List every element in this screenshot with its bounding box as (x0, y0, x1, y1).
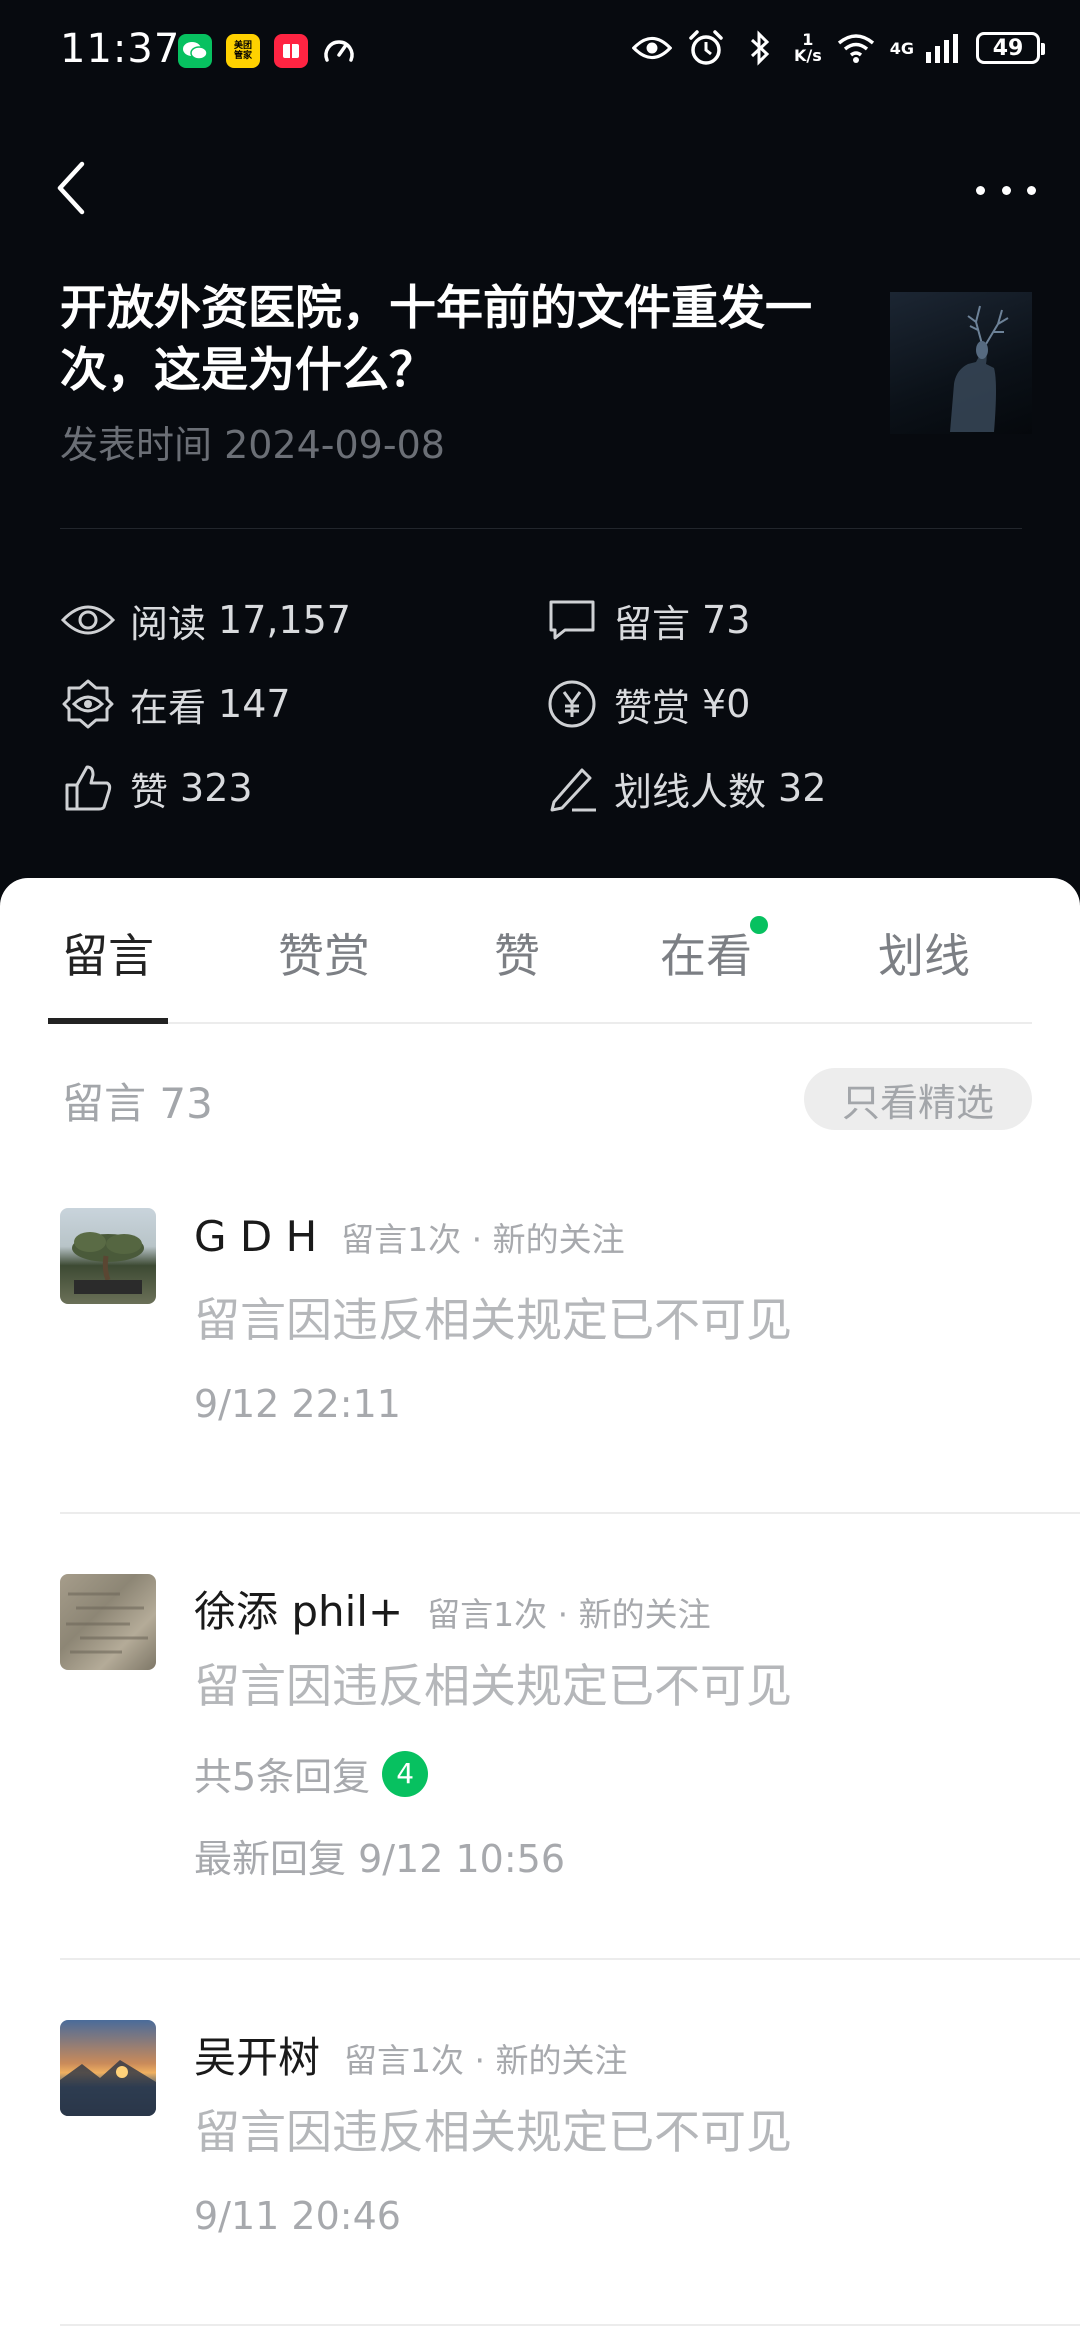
stat-underline-label: 划线人数 (614, 769, 767, 814)
more-dot-icon (1027, 185, 1036, 195)
pen-underline-icon (544, 760, 600, 816)
network-type: 4G (889, 38, 914, 58)
system-icons: 1 K/s 4G 49 (631, 28, 1045, 68)
stat-read-label: 阅读 (130, 601, 207, 646)
more-options-button[interactable] (976, 170, 1036, 210)
deer-image (950, 305, 1009, 432)
tab-comments[interactable]: 留言 (62, 920, 154, 986)
new-replies-badge: 4 (382, 1750, 429, 1797)
comment-text: 留言因违反相关规定已不可见 (194, 2105, 792, 2159)
battery-indicator: 49 (976, 32, 1045, 64)
wifi-icon (836, 28, 876, 68)
stat-watching: 在看 147 (60, 676, 291, 732)
replies-link[interactable]: 共5条回复 4 (194, 1746, 429, 1801)
tab-active-indicator (48, 1018, 168, 1024)
comment-text: 留言因违反相关规定已不可见 (194, 1293, 792, 1347)
bonsai-avatar-image (72, 1232, 144, 1294)
stat-like: 赞 323 (60, 760, 253, 816)
article-cover-thumbnail[interactable] (890, 292, 1032, 434)
sunset-avatar-image (60, 2060, 156, 2116)
tab-bar: 留言 赞赏 赞 在看 划线 (48, 878, 1032, 1024)
meituan-icon: 美团 管家 (226, 34, 260, 68)
signal-icon (922, 28, 962, 68)
avatar[interactable] (60, 2020, 156, 2116)
wechat-icon (178, 34, 212, 68)
stat-reward-label: 赞赏 (614, 685, 691, 730)
eye-comfort-icon (631, 28, 672, 68)
comment-text: 留言因违反相关规定已不可见 (194, 1659, 792, 1713)
tab-rewards[interactable]: 赞赏 (278, 920, 370, 986)
commenter-name[interactable]: 吴开树 (194, 2024, 320, 2085)
tab-likes[interactable]: 赞 (494, 920, 540, 986)
tab-underlines[interactable]: 划线 (878, 920, 970, 986)
stat-comment-value: 73 (702, 598, 751, 642)
stat-comment: 留言 73 (544, 592, 750, 648)
avatar[interactable] (60, 1208, 156, 1304)
stat-watching-value: 147 (218, 682, 291, 726)
red-book-icon (274, 34, 308, 68)
comment-item[interactable]: 徐添 phil+ 留言1次 · 新的关注 留言因违反相关规定已不可见 共5条回复… (60, 1574, 1080, 1894)
avatar[interactable] (60, 1574, 156, 1670)
commenter-meta: 留言1次 · 新的关注 (341, 1220, 625, 1259)
header-divider (60, 528, 1022, 529)
stone-texture-avatar-image (66, 1592, 148, 1654)
stat-underline-value: 32 (778, 766, 827, 810)
alarm-icon (686, 28, 726, 68)
stat-read: 阅读 17,157 (60, 592, 351, 648)
comment-time: 9/12 22:11 (194, 1382, 401, 1426)
commenter-name[interactable]: G D H (194, 1212, 317, 1261)
comment-divider (60, 2324, 1080, 2326)
comment-divider (60, 1958, 1080, 1960)
featured-only-button[interactable]: 只看精选 (804, 1068, 1032, 1130)
commenter-name[interactable]: 徐添 phil+ (194, 1578, 403, 1639)
comment-time: 9/11 20:46 (194, 2194, 401, 2238)
thumbs-up-icon (60, 760, 116, 816)
yen-coin-icon (544, 676, 600, 732)
eye-icon (60, 592, 116, 648)
stat-read-value: 17,157 (218, 598, 351, 642)
notification-icons: 美团 管家 (178, 34, 356, 68)
more-dot-icon (976, 185, 985, 195)
stat-underline: 划线人数 32 (544, 760, 826, 816)
tab-watching[interactable]: 在看 (660, 920, 752, 986)
stat-comment-label: 留言 (614, 601, 691, 646)
status-time: 11:37 (60, 26, 181, 72)
more-dot-icon (1001, 185, 1011, 195)
commenter-meta: 留言1次 · 新的关注 (344, 2041, 628, 2080)
new-dot-badge (750, 916, 768, 934)
chevron-left-icon (57, 161, 85, 215)
bluetooth-icon (740, 28, 780, 68)
comment-divider (60, 1512, 1080, 1514)
stat-like-value: 323 (180, 766, 253, 810)
interaction-panel: 留言 赞赏 赞 在看 划线 留言 73 只看精选 G D H 留言1次 · 新的… (0, 878, 1080, 2340)
comment-count: 留言 73 (62, 1079, 213, 1128)
comment-item[interactable]: G D H 留言1次 · 新的关注 留言因违反相关规定已不可见 9/12 22:… (60, 1208, 1080, 1428)
commenter-meta: 留言1次 · 新的关注 (427, 1595, 711, 1634)
latest-reply-time: 最新回复 9/12 10:56 (194, 1837, 566, 1881)
stat-reward-value: ¥0 (702, 682, 751, 726)
comment-bubble-icon (544, 592, 600, 648)
replies-count: 共5条回复 (194, 1755, 371, 1799)
publish-date: 发表时间 2024-09-08 (60, 423, 445, 467)
stat-watching-label: 在看 (130, 685, 207, 730)
speedometer-icon (322, 34, 356, 68)
watching-icon (60, 676, 116, 732)
stat-reward: 赞赏 ¥0 (544, 676, 750, 732)
stat-like-label: 赞 (130, 769, 169, 814)
article-title: 开放外资医院，十年前的文件重发一次，这是为什么？ (60, 281, 812, 398)
network-speed: 1 K/s (793, 30, 822, 65)
back-button[interactable] (52, 158, 92, 218)
comment-item[interactable]: 吴开树 留言1次 · 新的关注 留言因违反相关规定已不可见 9/11 20:46 (60, 2020, 1080, 2240)
status-bar: 11:37 美团 管家 1 K/s 4G 49 (0, 0, 1080, 100)
